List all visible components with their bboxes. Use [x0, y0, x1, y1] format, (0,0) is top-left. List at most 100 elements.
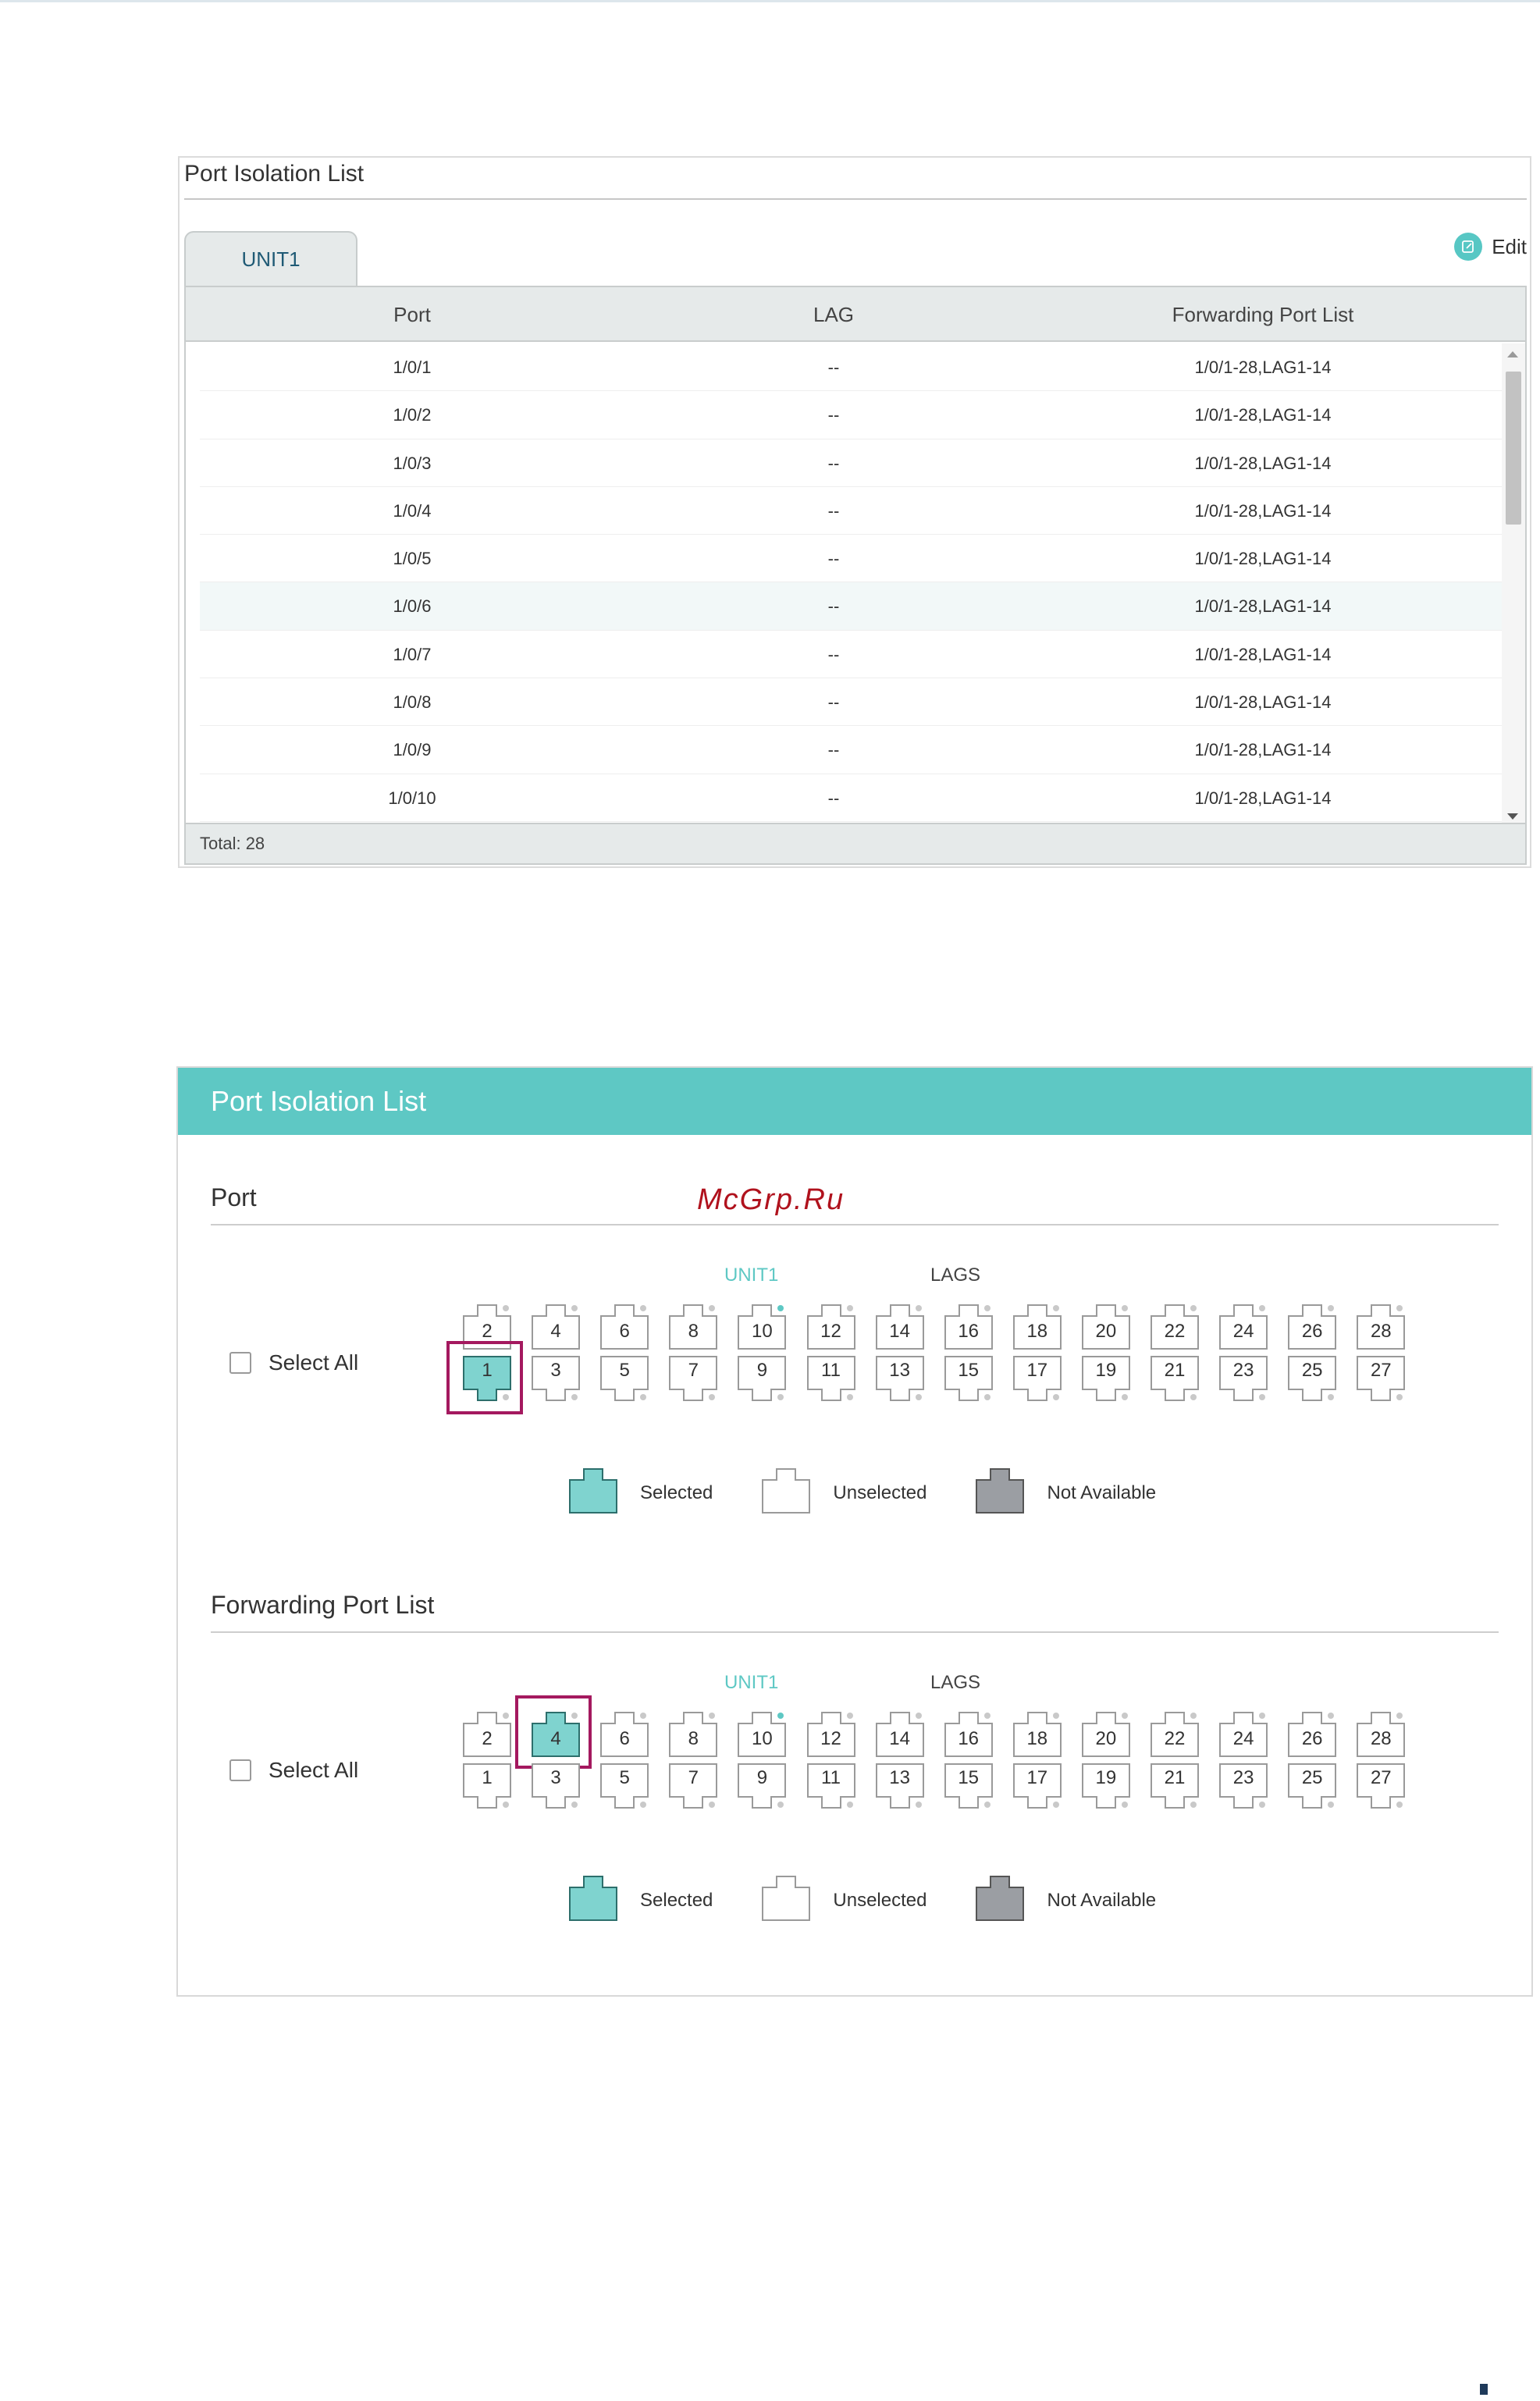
forwarding-port-24[interactable]: 24	[1218, 1709, 1268, 1758]
column-header-forwarding-port-list[interactable]: Forwarding Port List	[1044, 287, 1481, 342]
select-all-checkbox[interactable]	[229, 1759, 251, 1781]
port-port-28[interactable]: 28	[1356, 1302, 1406, 1350]
forwarding-port-21[interactable]: 21	[1150, 1763, 1200, 1811]
forwarding-port-3[interactable]: 3	[531, 1763, 581, 1811]
forwarding-port-23[interactable]: 23	[1218, 1763, 1268, 1811]
forwarding-port-22[interactable]: 22	[1150, 1709, 1200, 1758]
table-row[interactable]: 1/0/8 -- 1/0/1-28,LAG1-14	[200, 678, 1513, 727]
port-port-20[interactable]: 20	[1081, 1302, 1131, 1350]
forwarding-port-10[interactable]: 10	[737, 1709, 787, 1758]
port-number: 28	[1370, 1728, 1392, 1749]
forwarding-port-13[interactable]: 13	[875, 1763, 925, 1811]
port-select-all[interactable]: Select All	[229, 1350, 358, 1375]
port-lags-tab[interactable]: LAGS	[930, 1265, 980, 1286]
select-all-checkbox[interactable]	[229, 1352, 251, 1374]
table-scrollbar[interactable]	[1502, 343, 1525, 827]
port-port-8[interactable]: 8	[668, 1302, 718, 1350]
port-number: 2	[482, 1728, 493, 1749]
port-port-9[interactable]: 9	[737, 1355, 787, 1403]
table-row[interactable]: 1/0/5 -- 1/0/1-28,LAG1-14	[200, 535, 1513, 583]
scroll-up-arrow-icon[interactable]	[1507, 351, 1518, 357]
port-port-12[interactable]: 12	[806, 1302, 856, 1350]
forwarding-select-all[interactable]: Select All	[229, 1758, 358, 1783]
legend-not-available: Not Available	[975, 1466, 1156, 1520]
forwarding-port-17[interactable]: 17	[1012, 1763, 1062, 1811]
port-port-27[interactable]: 27	[1356, 1355, 1406, 1403]
cell-lag: --	[827, 357, 840, 377]
cell-forwarding-port-list: 1/0/1-28,LAG1-14	[1194, 500, 1332, 521]
forwarding-port-6[interactable]: 6	[599, 1709, 649, 1758]
cell-port: 1/0/7	[393, 644, 432, 664]
port-number: 23	[1232, 1360, 1254, 1381]
table-row[interactable]: 1/0/3 -- 1/0/1-28,LAG1-14	[200, 439, 1513, 487]
column-header-port[interactable]: Port	[201, 287, 623, 342]
port-port-11[interactable]: 11	[806, 1355, 856, 1403]
cell-lag: --	[827, 453, 840, 473]
table-row[interactable]: 1/0/7 -- 1/0/1-28,LAG1-14	[200, 631, 1513, 679]
forwarding-unit1-tab[interactable]: UNIT1	[724, 1672, 778, 1694]
forwarding-port-1[interactable]: 1	[462, 1763, 512, 1811]
forwarding-port-26[interactable]: 26	[1287, 1709, 1337, 1758]
scroll-down-arrow-icon[interactable]	[1507, 813, 1518, 820]
port-port-7[interactable]: 7	[668, 1355, 718, 1403]
port-port-14[interactable]: 14	[875, 1302, 925, 1350]
forwarding-port-27[interactable]: 27	[1356, 1763, 1406, 1811]
cell-port: 1/0/5	[393, 549, 432, 569]
forwarding-port-15[interactable]: 15	[944, 1763, 994, 1811]
port-number: 19	[1095, 1767, 1117, 1788]
table-row[interactable]: 1/0/1 -- 1/0/1-28,LAG1-14	[200, 343, 1513, 392]
port-port-13[interactable]: 13	[875, 1355, 925, 1403]
legend-selected: Selected	[568, 1466, 713, 1520]
port-port-6[interactable]: 6	[599, 1302, 649, 1350]
port-port-24[interactable]: 24	[1218, 1302, 1268, 1350]
port-number: 24	[1232, 1321, 1254, 1342]
table-row[interactable]: 1/0/6 -- 1/0/1-28,LAG1-14	[200, 582, 1513, 631]
table-row[interactable]: 1/0/4 -- 1/0/1-28,LAG1-14	[200, 487, 1513, 535]
port-number: 10	[752, 1728, 773, 1749]
port-port-21[interactable]: 21	[1150, 1355, 1200, 1403]
forwarding-port-28[interactable]: 28	[1356, 1709, 1406, 1758]
panel-header: Port Isolation List	[178, 1068, 1531, 1135]
port-port-4[interactable]: 4	[531, 1302, 581, 1350]
table-row[interactable]: 1/0/9 -- 1/0/1-28,LAG1-14	[200, 726, 1513, 774]
forwarding-port-5[interactable]: 5	[599, 1763, 649, 1811]
forwarding-port-20[interactable]: 20	[1081, 1709, 1131, 1758]
forwarding-port-14[interactable]: 14	[875, 1709, 925, 1758]
port-number: 20	[1095, 1321, 1117, 1342]
port-port-17[interactable]: 17	[1012, 1355, 1062, 1403]
port-number: 6	[619, 1728, 630, 1749]
forwarding-port-2[interactable]: 2	[462, 1709, 512, 1758]
port-port-22[interactable]: 22	[1150, 1302, 1200, 1350]
scroll-thumb[interactable]	[1506, 372, 1521, 525]
port-port-19[interactable]: 19	[1081, 1355, 1131, 1403]
forwarding-port-25[interactable]: 25	[1287, 1763, 1337, 1811]
forwarding-port-16[interactable]: 16	[944, 1709, 994, 1758]
tab-unit1[interactable]: UNIT1	[184, 231, 357, 286]
forwarding-port-9[interactable]: 9	[737, 1763, 787, 1811]
port-port-10[interactable]: 10	[737, 1302, 787, 1350]
port-port-3[interactable]: 3	[531, 1355, 581, 1403]
port-port-5[interactable]: 5	[599, 1355, 649, 1403]
forwarding-port-7[interactable]: 7	[668, 1763, 718, 1811]
port-port-26[interactable]: 26	[1287, 1302, 1337, 1350]
forwarding-port-11[interactable]: 11	[806, 1763, 856, 1811]
table-row[interactable]: 1/0/10 -- 1/0/1-28,LAG1-14	[200, 774, 1513, 822]
edit-button[interactable]: Edit	[1454, 233, 1527, 261]
forwarding-port-19[interactable]: 19	[1081, 1763, 1131, 1811]
legend-selected-label: Selected	[640, 1889, 713, 1911]
port-number: 7	[688, 1360, 699, 1381]
forwarding-port-8[interactable]: 8	[668, 1709, 718, 1758]
forwarding-port-12[interactable]: 12	[806, 1709, 856, 1758]
port-number: 11	[821, 1360, 841, 1381]
column-header-lag[interactable]: LAG	[623, 287, 1044, 342]
port-port-23[interactable]: 23	[1218, 1355, 1268, 1403]
table-row[interactable]: 1/0/2 -- 1/0/1-28,LAG1-14	[200, 391, 1513, 439]
port-unit1-tab[interactable]: UNIT1	[724, 1265, 778, 1286]
port-port-25[interactable]: 25	[1287, 1355, 1337, 1403]
port-port-15[interactable]: 15	[944, 1355, 994, 1403]
port-port-18[interactable]: 18	[1012, 1302, 1062, 1350]
page-corner-mark	[1480, 2384, 1488, 2395]
forwarding-lags-tab[interactable]: LAGS	[930, 1672, 980, 1694]
forwarding-port-18[interactable]: 18	[1012, 1709, 1062, 1758]
port-port-16[interactable]: 16	[944, 1302, 994, 1350]
